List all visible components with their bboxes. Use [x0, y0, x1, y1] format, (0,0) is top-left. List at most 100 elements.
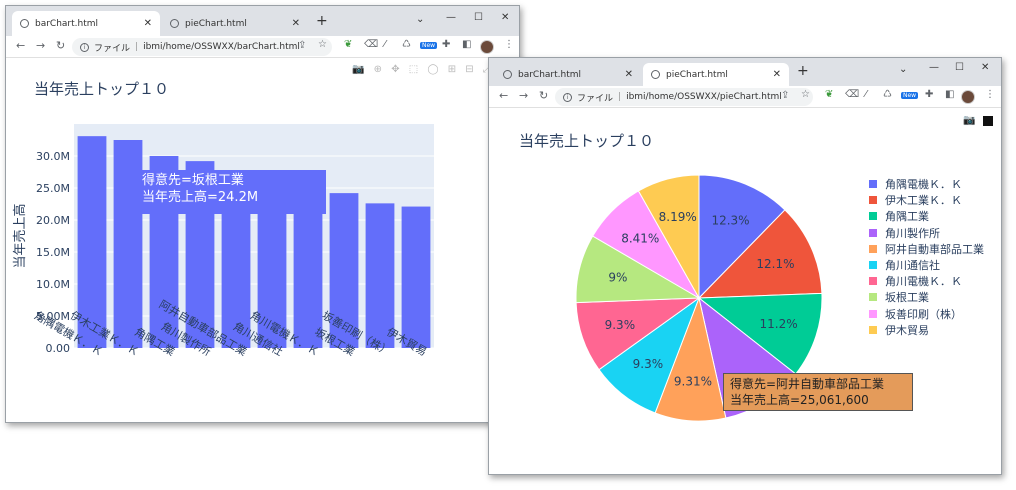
- recycle-icon[interactable]: ♺: [402, 39, 411, 50]
- recycle-icon[interactable]: ♺: [883, 89, 892, 100]
- browser-toolbar: ← → ↻ i ファイル | ibmi/home/OSSWXX/pieChart…: [489, 86, 1001, 108]
- share-icon[interactable]: ⇪: [298, 40, 306, 51]
- y-axis-label: 当年売上高: [12, 203, 28, 268]
- legend-item[interactable]: 坂根工業: [869, 289, 929, 305]
- legend-item[interactable]: 伊木工業Ｋ．Ｋ: [869, 192, 962, 208]
- y-tick-label: 0.00: [46, 342, 71, 355]
- new-badge-icon[interactable]: New: [901, 92, 919, 99]
- slice-label: 9.3%: [633, 357, 664, 371]
- close-tab-icon[interactable]: ✕: [773, 69, 781, 80]
- share-icon[interactable]: ⇪: [781, 90, 789, 101]
- legend-swatch: [869, 228, 877, 237]
- legend-item[interactable]: 坂善印刷（株）: [869, 306, 962, 322]
- minimize-button[interactable]: —: [446, 12, 456, 23]
- tab-barchart[interactable]: barChart.html ✕: [12, 11, 160, 36]
- legend-item[interactable]: 伊木貿易: [869, 322, 929, 338]
- puzzle-icon[interactable]: ✚: [442, 39, 450, 50]
- bookmark-star-icon[interactable]: ☆: [318, 39, 327, 50]
- maximize-button[interactable]: ☐: [955, 62, 964, 73]
- globe-icon: [651, 70, 660, 79]
- slice-label: 8.41%: [621, 231, 659, 245]
- globe-icon: [170, 19, 179, 28]
- avatar[interactable]: [480, 40, 494, 54]
- legend-label: 阿井自動車部品工業: [885, 242, 984, 256]
- tab-strip: barChart.html ✕ pieChart.html ✕ + ⌄ — ☐ …: [489, 58, 1001, 86]
- maximize-button[interactable]: ☐: [474, 12, 483, 23]
- avatar[interactable]: [961, 90, 975, 104]
- legend-label: 坂善印刷（株）: [885, 307, 962, 321]
- address-separator: |: [135, 42, 139, 52]
- info-icon: i: [563, 92, 572, 102]
- legend-swatch: [869, 293, 877, 302]
- slice-label: 9%: [608, 271, 627, 285]
- tab-barchart[interactable]: barChart.html ✕: [495, 63, 641, 86]
- legend-item[interactable]: 角隅工業: [869, 208, 929, 224]
- legend-item[interactable]: 角川電機Ｋ．Ｋ: [869, 273, 962, 289]
- slice-label: 11.2%: [759, 317, 797, 331]
- legend-item[interactable]: 角川製作所: [869, 225, 940, 241]
- more-menu-icon[interactable]: ⋮: [504, 39, 514, 50]
- address-bar[interactable]: i ファイル | ibmi/home/OSSWXX/pieChart.html: [555, 88, 813, 106]
- extension-icon-2[interactable]: ⁄: [384, 39, 386, 50]
- extension-icon[interactable]: ⌫: [845, 89, 859, 100]
- forward-icon[interactable]: →: [519, 89, 528, 102]
- bar-tooltip: 得意先=坂根工業 当年売上高=24.2M: [136, 170, 326, 214]
- legend-label: 伊木工業Ｋ．Ｋ: [885, 194, 962, 208]
- tab-label: barChart.html: [35, 18, 99, 29]
- tab-piechart[interactable]: pieChart.html ✕: [162, 11, 308, 36]
- sidepanel-icon[interactable]: ◧: [945, 89, 954, 100]
- minimize-button[interactable]: —: [929, 62, 939, 73]
- tab-strip: barChart.html ✕ pieChart.html ✕ + ⌄ — ☐ …: [6, 6, 519, 36]
- pie-legend: 角隅電機Ｋ．Ｋ 伊木工業Ｋ．Ｋ 角隅工業 角川製作所 阿井自動車部品工業 角川通信社 角川電…: [869, 176, 999, 346]
- y-tick-label: 20.0M: [36, 214, 70, 227]
- tab-piechart[interactable]: pieChart.html ✕: [643, 63, 789, 86]
- new-tab-button[interactable]: +: [797, 63, 809, 79]
- legend-item[interactable]: 角隅電機Ｋ．Ｋ: [869, 176, 962, 192]
- camera-icon[interactable]: 📷: [963, 115, 978, 126]
- new-badge-icon[interactable]: New: [420, 42, 438, 49]
- extension-icon[interactable]: ⌫: [364, 39, 378, 50]
- legend-item[interactable]: 阿井自動車部品工業: [869, 241, 984, 257]
- back-icon[interactable]: ←: [499, 89, 508, 102]
- close-tab-icon[interactable]: ✕: [144, 18, 152, 29]
- back-icon[interactable]: ←: [16, 39, 25, 52]
- address-bar[interactable]: i ファイル | ibmi/home/OSSWXX/barChart.html: [72, 38, 332, 56]
- puzzle-icon[interactable]: ✚: [925, 89, 933, 100]
- y-tick-label: 10.0M: [36, 278, 70, 291]
- new-tab-button[interactable]: +: [316, 13, 328, 29]
- reload-icon[interactable]: ↻: [539, 89, 548, 102]
- plotly-logo-icon[interactable]: [983, 116, 993, 126]
- protocol-label: ファイル: [577, 93, 614, 104]
- tab-label: pieChart.html: [666, 69, 728, 80]
- extension-icon-2[interactable]: ⁄: [865, 89, 867, 100]
- tab-label: barChart.html: [518, 69, 582, 80]
- legend-label: 角川通信社: [885, 259, 940, 272]
- close-tab-icon[interactable]: ✕: [292, 18, 300, 29]
- info-icon: i: [80, 42, 89, 52]
- chevron-down-icon[interactable]: ⌄: [899, 64, 907, 75]
- tooltip-line-2: 当年売上高=25,061,600: [730, 393, 869, 407]
- globe-icon: [20, 19, 29, 28]
- y-tick-label: 30.0M: [36, 150, 70, 163]
- tooltip-line-1: 得意先=坂根工業: [142, 173, 244, 188]
- forward-icon[interactable]: →: [36, 39, 45, 52]
- extension-green-icon[interactable]: ❦: [344, 39, 352, 50]
- bookmark-star-icon[interactable]: ☆: [801, 89, 810, 100]
- pie-chart-title: 当年売上トップ１０: [519, 132, 655, 150]
- legend-swatch: [869, 325, 877, 334]
- reload-icon[interactable]: ↻: [56, 39, 65, 52]
- chevron-down-icon[interactable]: ⌄: [416, 14, 424, 25]
- close-tab-icon[interactable]: ✕: [625, 69, 633, 80]
- address-separator: |: [618, 92, 622, 102]
- protocol-label: ファイル: [94, 43, 131, 54]
- sidepanel-icon[interactable]: ◧: [462, 39, 471, 50]
- extension-green-icon[interactable]: ❦: [825, 89, 833, 100]
- bar-chart-plot[interactable]: 0.005.00M10.0M15.0M20.0M25.0M30.0M角隅電機Ｋ．…: [6, 68, 519, 418]
- address-path: ibmi/home/OSSWXX/pieChart.html: [626, 92, 782, 102]
- close-window-button[interactable]: ✕: [501, 12, 509, 23]
- legend-swatch: [869, 277, 877, 286]
- more-menu-icon[interactable]: ⋮: [985, 89, 995, 100]
- legend-swatch: [869, 244, 877, 253]
- close-window-button[interactable]: ✕: [981, 62, 989, 73]
- legend-item[interactable]: 角川通信社: [869, 257, 940, 273]
